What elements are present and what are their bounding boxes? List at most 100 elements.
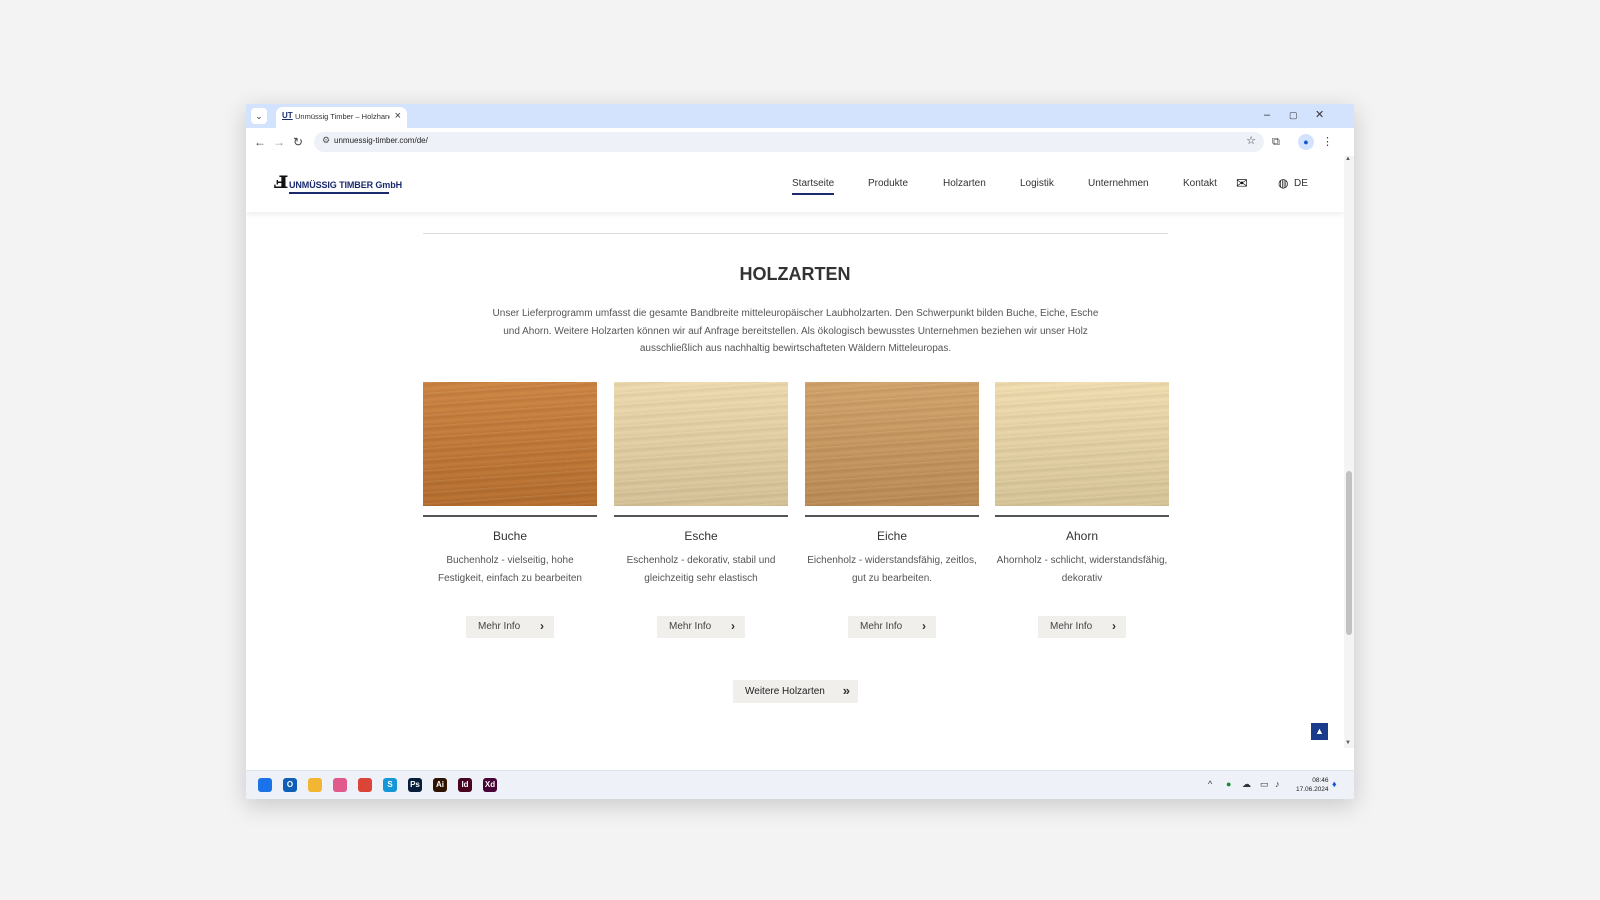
chevron-right-icon: › xyxy=(922,619,926,633)
address-bar[interactable]: ⚙ unmuessig-timber.com/de/ ☆ xyxy=(314,132,1264,152)
notification-bell-icon[interactable]: ♦ xyxy=(1332,779,1337,789)
windows-start-icon[interactable] xyxy=(258,778,272,792)
section-title: HOLZARTEN xyxy=(739,264,851,284)
chrome-icon[interactable] xyxy=(358,778,372,792)
site-logo[interactable]: ⅎ UNMÜSSIG TIMBER GmbH xyxy=(274,165,402,196)
taskbar: O S Ps Ai Id Xd ^ ● ☁ ▭ ♪ 08:46 17.06.2024 ♦ xyxy=(246,770,1354,799)
cloud-icon[interactable]: ☁ xyxy=(1242,779,1251,790)
mehr-info-button[interactable]: Mehr Info › xyxy=(848,616,936,638)
network-icon[interactable]: ▭ xyxy=(1260,779,1269,790)
file-explorer-icon[interactable] xyxy=(308,778,322,792)
wood-card-esche: Esche Eschenholz - dekorativ, stabil und… xyxy=(614,382,788,638)
chevron-right-icon: › xyxy=(1112,619,1116,633)
logo-mark-icon: ⅎ xyxy=(274,165,289,194)
skype-icon[interactable]: S xyxy=(383,778,397,792)
illustrator-icon[interactable]: Ai xyxy=(433,778,447,792)
close-window-icon[interactable]: ✕ xyxy=(1315,107,1324,123)
outlook-icon[interactable]: O xyxy=(283,778,297,792)
card-description: Eschenholz - dekorativ, stabil und gleic… xyxy=(626,555,776,584)
card-title: Eiche xyxy=(876,529,908,543)
wood-image[interactable] xyxy=(614,382,788,506)
card-title: Buche xyxy=(492,529,528,543)
wood-card-eiche: Eiche Eichenholz - widerstandsfähig, zei… xyxy=(805,382,979,638)
card-description: Ahornholz - schlicht, widerstandsfähig, … xyxy=(996,555,1168,584)
browser-toolbar: ← → ↻ ⚙ unmuessig-timber.com/de/ ☆ ⧉ ● ⋮ xyxy=(246,128,1354,156)
chevron-up-icon: ▲ xyxy=(1315,726,1324,736)
card-title: Ahorn xyxy=(1065,529,1099,543)
reload-icon[interactable]: ↻ xyxy=(293,134,303,150)
button-label: Mehr Info xyxy=(478,621,521,632)
card-description: Eichenholz - widerstandsfähig, zeitlos, … xyxy=(807,555,977,584)
nav-kontakt[interactable]: Kontakt xyxy=(1183,178,1217,189)
card-description: Buchenholz - vielseitig, hohe Festigkeit… xyxy=(438,555,582,584)
card-divider xyxy=(995,515,1169,517)
card-divider xyxy=(805,515,979,517)
clock-date: 17.06.2024 xyxy=(1296,786,1329,793)
chevron-right-icon: › xyxy=(731,619,735,633)
browser-window: ⌄ UT Unmüssig Timber – Holzhandel × – ▢ … xyxy=(246,104,1354,799)
button-label: Mehr Info xyxy=(860,621,903,632)
wood-image[interactable] xyxy=(805,382,979,506)
button-label: Mehr Info xyxy=(1050,621,1093,632)
clock-time: 08:46 xyxy=(1312,777,1329,784)
forward-icon[interactable]: → xyxy=(273,134,285,150)
chevron-down-icon: ⌄ xyxy=(255,111,263,121)
url-text[interactable]: unmuessig-timber.com/de/ xyxy=(334,136,428,145)
nav-holzarten[interactable]: Holzarten xyxy=(943,178,986,189)
mehr-info-button[interactable]: Mehr Info › xyxy=(1038,616,1126,638)
weitere-holzarten-button[interactable]: Weitere Holzarten » xyxy=(733,680,858,703)
mehr-info-button[interactable]: Mehr Info › xyxy=(466,616,554,638)
photos-icon[interactable] xyxy=(333,778,347,792)
nav-unternehmen[interactable]: Unternehmen xyxy=(1088,178,1149,189)
button-label: Weitere Holzarten xyxy=(745,686,825,697)
wood-image[interactable] xyxy=(423,382,597,506)
page-scrollbar[interactable]: ▲ ▼ xyxy=(1344,156,1354,748)
wood-card-buche: Buche Buchenholz - vielseitig, hohe Fest… xyxy=(423,382,597,638)
mail-icon[interactable]: ✉ xyxy=(1236,175,1248,192)
chevron-right-icon: › xyxy=(540,619,544,633)
logo-text: UNMÜSSIG TIMBER GmbH xyxy=(289,180,403,190)
tab-search-button[interactable]: ⌄ xyxy=(251,108,267,124)
button-label: Mehr Info xyxy=(669,621,712,632)
extensions-icon[interactable]: ⧉ xyxy=(1272,134,1280,150)
minimize-icon[interactable]: – xyxy=(1264,107,1270,123)
tab-close-icon[interactable]: × xyxy=(395,110,401,122)
nav-startseite[interactable]: Startseite xyxy=(792,178,835,195)
card-divider xyxy=(614,515,788,517)
scroll-up-icon[interactable]: ▲ xyxy=(1345,156,1351,162)
bookmark-star-icon[interactable]: ☆ xyxy=(1246,134,1256,147)
scroll-thumb[interactable] xyxy=(1346,471,1352,635)
wood-image[interactable] xyxy=(995,382,1169,506)
site-header: ⅎ UNMÜSSIG TIMBER GmbH Startseite Produk… xyxy=(246,156,1344,212)
globe-icon[interactable]: ◍ xyxy=(1278,176,1288,190)
clock[interactable]: 08:46 17.06.2024 xyxy=(1296,776,1329,794)
photoshop-icon[interactable]: Ps xyxy=(408,778,422,792)
tray-overflow-icon[interactable]: ^ xyxy=(1208,779,1212,789)
nav-produkte[interactable]: Produkte xyxy=(868,178,908,189)
profile-icon[interactable]: ● xyxy=(1298,134,1314,150)
volume-icon[interactable]: ♪ xyxy=(1275,779,1280,789)
tab-title: Unmüssig Timber – Holzhandel xyxy=(295,112,390,121)
indesign-icon[interactable]: Id xyxy=(458,778,472,792)
xd-icon[interactable]: Xd xyxy=(483,778,497,792)
section-divider xyxy=(423,233,1168,234)
restore-icon[interactable]: ▢ xyxy=(1289,107,1298,123)
scroll-to-top-button[interactable]: ▲ xyxy=(1311,723,1328,740)
card-divider xyxy=(423,515,597,517)
site-info-icon[interactable]: ⚙ xyxy=(322,135,330,146)
nav-logistik[interactable]: Logistik xyxy=(1020,178,1054,189)
scroll-down-icon[interactable]: ▼ xyxy=(1345,740,1351,746)
section-intro: Unser Lieferprogramm umfasst die gesamte… xyxy=(492,308,1099,354)
mehr-info-button[interactable]: Mehr Info › xyxy=(657,616,745,638)
logo-underline xyxy=(289,192,389,194)
tab-strip: ⌄ UT Unmüssig Timber – Holzhandel × – ▢ … xyxy=(246,104,1354,128)
wood-card-ahorn: Ahorn Ahornholz - schlicht, widerstandsf… xyxy=(995,382,1169,638)
favicon: UT xyxy=(282,111,293,120)
web-page: ⅎ UNMÜSSIG TIMBER GmbH Startseite Produk… xyxy=(246,156,1344,748)
language-switcher[interactable]: DE xyxy=(1294,178,1308,189)
menu-icon[interactable]: ⋮ xyxy=(1322,134,1333,150)
back-icon[interactable]: ← xyxy=(254,134,266,150)
double-chevron-right-icon: » xyxy=(842,683,850,698)
browser-tab[interactable]: UT Unmüssig Timber – Holzhandel × xyxy=(276,107,407,128)
security-icon[interactable]: ● xyxy=(1226,779,1231,789)
